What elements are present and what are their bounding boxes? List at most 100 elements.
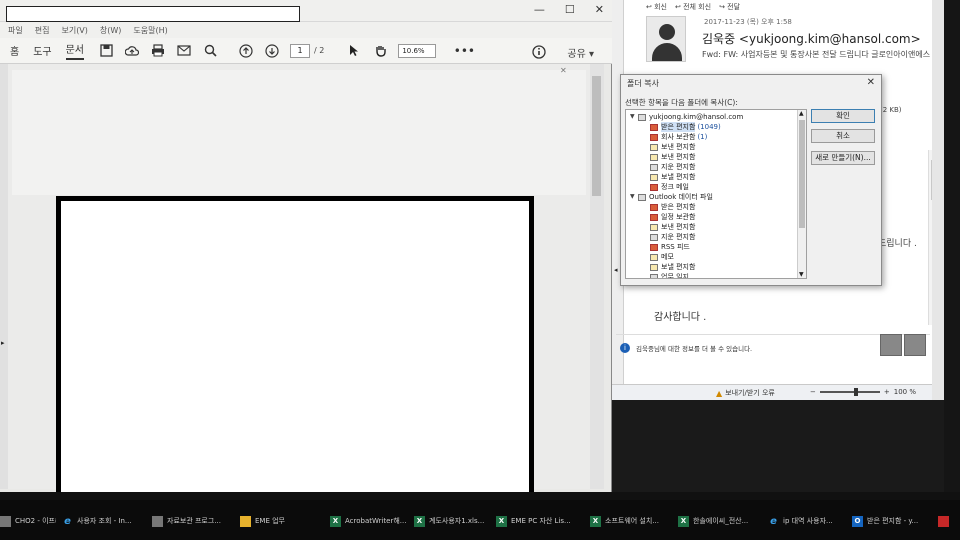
tab-tools[interactable]: 도구 (33, 43, 51, 58)
folder-tree-item[interactable]: 지운 편지함 (642, 232, 695, 242)
forward-label: 전달 (727, 3, 741, 11)
zoom-slider-thumb[interactable] (853, 388, 858, 396)
tab-document[interactable]: 문서 (65, 41, 85, 60)
menu-help[interactable]: 도움말(H) (133, 25, 167, 36)
zoom-select[interactable]: 10.6% (398, 43, 437, 58)
person-thumbnail[interactable] (904, 334, 926, 356)
taskbar-item[interactable]: X AcrobatWriter해... (330, 511, 410, 531)
more-icon[interactable]: ••• (454, 43, 475, 59)
close-panel-icon[interactable]: ✕ (560, 66, 567, 75)
taskbar-item[interactable] (938, 511, 958, 531)
next-page-icon[interactable] (264, 43, 280, 59)
folder-tree-item[interactable]: 보낸 편지함 (642, 142, 695, 152)
help-icon[interactable] (531, 44, 547, 60)
taskbar-item[interactable]: e 사용자 조회 - In... (62, 511, 146, 531)
folder-tree-item[interactable]: 받은 편지함 (1049) (642, 122, 721, 132)
scroll-up-icon[interactable]: ▲ (799, 110, 804, 117)
person-thumbnail[interactable] (880, 334, 902, 356)
print-icon[interactable] (150, 43, 166, 59)
taskbar-item[interactable]: X EME PC 자산 Lis... (496, 511, 586, 531)
expand-left-arrow-icon[interactable]: ▸ (1, 339, 5, 347)
new-folder-button[interactable]: 새로 만들기(N)... (811, 151, 875, 165)
folder-unread-count: (1) (697, 133, 708, 141)
expand-toggle-icon[interactable]: ▼ (630, 112, 638, 122)
select-cursor-icon[interactable] (346, 43, 362, 59)
copy-items-dialog: 폴더 복사 ✕ 선택한 항목을 다음 폴더에 복사(C): 업무 일지 보낼 편지… (620, 74, 882, 286)
share-button[interactable]: 공유 ▾ (567, 45, 594, 60)
pdf-scrollbar[interactable] (590, 64, 604, 489)
folder-label: Outlook 데이터 파일 (649, 193, 713, 201)
upload-cloud-icon[interactable] (124, 43, 140, 59)
zoom-control[interactable]: − + 100 % (810, 388, 916, 396)
send-receive-error[interactable]: ▲ 보내기/받기 오류 (716, 388, 775, 398)
expand-toggle-icon[interactable]: ▼ (630, 192, 638, 202)
folder-tree-scrollbar[interactable]: ▲ ▼ (797, 110, 806, 278)
taskbar: CHO2 - 이프라... e 사용자 조회 - In... 자료보관 프로그... E… (0, 500, 960, 540)
folder-label: 정크 메일 (661, 183, 689, 191)
folder-tree-item[interactable]: 일정 보관함 (642, 212, 695, 222)
prev-page-icon[interactable] (238, 43, 254, 59)
collapse-arrow-icon[interactable]: ◂ (614, 266, 618, 274)
taskbar-item[interactable]: X 한솔에이씨_전산... (678, 511, 764, 531)
reply-button[interactable]: ↩ 회신 (646, 2, 667, 12)
maximize-button[interactable]: ☐ (565, 3, 575, 16)
folder-icon (650, 123, 658, 131)
ie-app-icon: e (770, 515, 777, 527)
folder-tree-item[interactable]: 회사 보관함 (1) (642, 132, 707, 142)
ok-button[interactable]: 확인 (811, 109, 875, 123)
folder-tree-item[interactable]: 보낸 편지함 (642, 222, 695, 232)
zoom-out-icon[interactable]: − (810, 388, 816, 396)
folder-unread-count: (1049) (697, 123, 721, 131)
sender-name[interactable]: 김욱중 <yukjoong.kim@hansol.com> (702, 30, 921, 47)
page-number-input[interactable]: 1 (290, 43, 311, 58)
folder-tree-item[interactable]: ▼ Outlook 데이터 파일 (630, 192, 713, 202)
redacted-title (6, 6, 300, 22)
cancel-button[interactable]: 취소 (811, 129, 875, 143)
zoom-in-icon[interactable]: + (884, 388, 890, 396)
taskbar-item[interactable]: X 계도사용자1.xls... (414, 511, 492, 531)
folder-tree-scrollbar-thumb[interactable] (799, 120, 805, 228)
folder-tree-item[interactable]: 보낼 편지함 (642, 172, 695, 182)
taskbar-item[interactable]: CHO2 - 이프라... (0, 511, 56, 531)
folder-icon (650, 173, 658, 181)
tab-home[interactable]: 홈 (10, 43, 19, 58)
menu-view[interactable]: 보기(V) (61, 25, 87, 36)
menu-window[interactable]: 창(W) (100, 25, 122, 36)
folder-tree-item[interactable]: 메모 (642, 252, 674, 262)
folder-tree-item[interactable]: 지운 편지함 (642, 162, 695, 172)
taskbar-item[interactable]: X 소프트웨어 설치... (590, 511, 674, 531)
zoom-slider[interactable] (819, 388, 880, 396)
menu-file[interactable]: 파일 (8, 25, 23, 36)
monitor-bezel-bottom (0, 492, 960, 500)
scroll-down-icon[interactable]: ▼ (799, 271, 804, 278)
folder-tree-item[interactable]: 보낼 편지함 (642, 262, 695, 272)
search-icon[interactable] (202, 43, 218, 59)
folder-tree[interactable]: 업무 일지 보낼 편지함 메모 RSS 피드 지운 편지함 보낸 편지함 일정 보관함 받은 … (625, 109, 807, 279)
save-icon[interactable] (98, 43, 114, 59)
hand-tool-icon[interactable] (372, 43, 388, 59)
folder-tree-item[interactable]: RSS 피드 (642, 242, 690, 252)
taskbar-item[interactable]: EME 업무 (240, 511, 324, 531)
folder-icon (650, 183, 658, 191)
folder-tree-item[interactable]: 보낸 편지함 (642, 152, 695, 162)
pdf-scrollbar-thumb[interactable] (592, 76, 601, 196)
reply-all-button[interactable]: ↩ 전체 회신 (675, 2, 711, 12)
mail-icon[interactable] (176, 43, 192, 59)
folder-tree-item[interactable]: 받은 편지함 (642, 202, 695, 212)
share-label: 공유 (567, 48, 586, 60)
menu-edit[interactable]: 편집 (35, 25, 50, 36)
minimize-button[interactable]: — (534, 3, 545, 16)
pdf-left-panel-edge[interactable]: ▸ (0, 64, 8, 489)
folder-icon (650, 153, 658, 161)
send-receive-error-label: 보내기/받기 오류 (725, 389, 775, 397)
forward-button[interactable]: ↪ 전달 (719, 2, 740, 12)
folder-icon (650, 273, 658, 278)
taskbar-item[interactable]: 자료보관 프로그... (152, 511, 236, 531)
folder-tree-item[interactable]: ▼ yukjoong.kim@hansol.com (630, 112, 743, 122)
dialog-close-icon[interactable]: ✕ (867, 77, 875, 88)
close-button[interactable]: ✕ (595, 3, 604, 16)
folder-tree-item[interactable]: 업무 일지 (642, 272, 689, 278)
taskbar-item[interactable]: e ip 대역 사용자... (768, 511, 848, 531)
taskbar-item[interactable]: O 받은 편지함 - y... (852, 511, 936, 531)
folder-tree-item[interactable]: 정크 메일 (642, 182, 689, 192)
